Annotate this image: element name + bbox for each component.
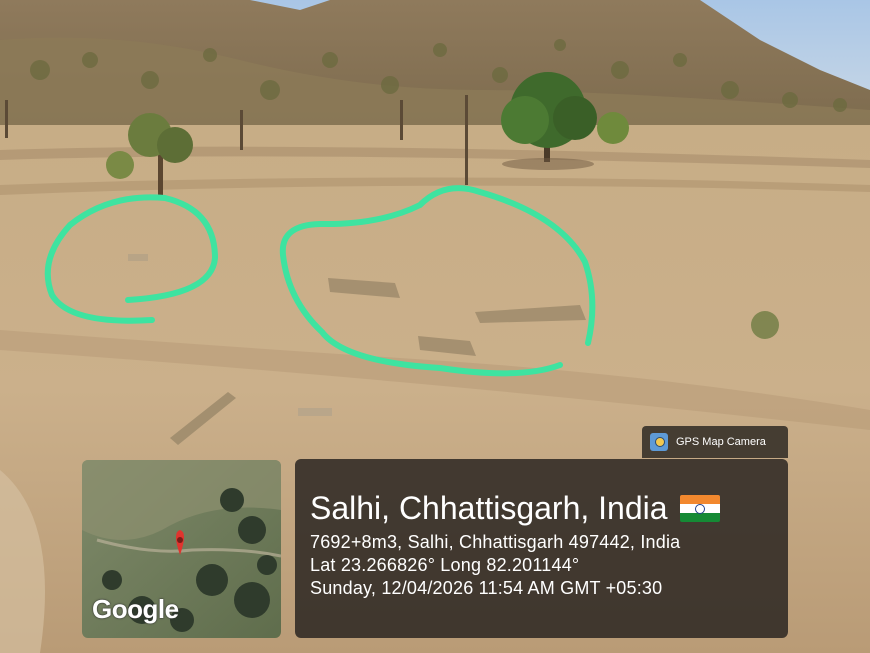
address-line: 7692+8m3, Salhi, Chhattisgarh 497442, In… <box>310 532 681 552</box>
app-name: GPS Map Camera <box>676 436 766 448</box>
app-watermark: GPS Map Camera <box>642 426 788 458</box>
place-row: Salhi, Chhattisgarh, India <box>310 489 788 527</box>
coordinates-line: Lat 23.266826° Long 82.201144° <box>310 555 580 575</box>
datetime-line: Sunday, 12/04/2026 11:54 AM GMT +05:30 <box>310 578 663 598</box>
india-flag-icon <box>679 494 720 522</box>
gps-map-camera-icon <box>650 433 668 451</box>
place-title: Salhi, Chhattisgarh, India <box>310 490 668 526</box>
google-logo: Google <box>92 594 179 624</box>
location-info-panel: Salhi, Chhattisgarh, India 7692+8m3, Sal… <box>295 459 788 638</box>
